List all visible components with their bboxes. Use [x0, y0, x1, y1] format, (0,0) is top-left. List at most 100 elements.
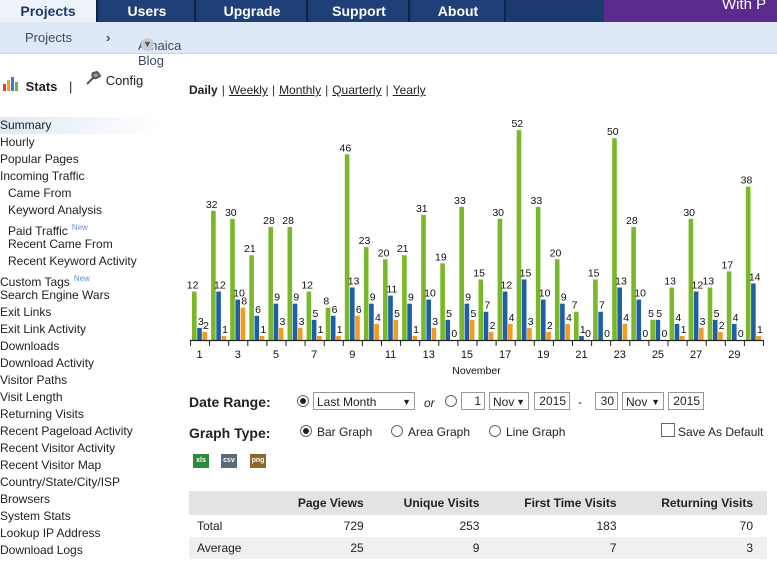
- range-preset-select[interactable]: Last Month ▼: [313, 392, 415, 410]
- data-label: 9: [274, 292, 280, 304]
- sidebar-item[interactable]: Custom Tags New: [0, 270, 160, 289]
- sidebar-item[interactable]: Returning Visits: [0, 406, 160, 423]
- data-label: 4: [509, 312, 515, 324]
- table-header-row: Page Views Unique Visits First Time Visi…: [189, 491, 767, 515]
- sidebar-item[interactable]: Lookup IP Address: [0, 525, 160, 542]
- from-month-select[interactable]: Nov ▼: [489, 392, 529, 410]
- chart-bar: [598, 311, 603, 340]
- tab-projects[interactable]: Projects: [0, 0, 98, 24]
- sidebar-item[interactable]: Came From: [0, 185, 160, 202]
- chart-bar: [478, 279, 484, 340]
- to-day-input[interactable]: 30: [595, 392, 618, 410]
- data-label: 0: [451, 328, 457, 340]
- chart-bar: [751, 283, 756, 340]
- data-label: 3: [700, 316, 706, 328]
- stats-link[interactable]: Stats: [26, 79, 58, 94]
- sidebar-item[interactable]: Country/State/City/ISP: [0, 474, 160, 491]
- sidebar-item[interactable]: Recent Keyword Activity: [0, 253, 160, 270]
- sidebar-item[interactable]: Recent Came From: [0, 236, 160, 253]
- config-link[interactable]: Config: [106, 73, 144, 88]
- custom-range-radio[interactable]: [445, 395, 457, 407]
- chart-bar: [669, 287, 675, 340]
- chart-bar: [541, 299, 546, 340]
- sidebar-item[interactable]: Exit Link Activity: [0, 321, 160, 338]
- chart-bar: [459, 206, 464, 340]
- line-graph-radio[interactable]: [489, 425, 501, 437]
- tab-upgrade[interactable]: Upgrade: [198, 0, 308, 22]
- period-separator: |: [271, 83, 276, 97]
- area-graph-label: Area Graph: [408, 425, 471, 439]
- or-label: or: [424, 396, 435, 410]
- data-label: 23: [359, 235, 371, 247]
- data-label: 30: [492, 207, 504, 219]
- breadcrumb-projects[interactable]: Projects: [25, 30, 72, 45]
- tab-users[interactable]: Users: [100, 0, 196, 22]
- x-tick-label: 29: [728, 349, 740, 361]
- sidebar-item[interactable]: System Stats: [0, 508, 160, 525]
- data-label: 20: [550, 247, 562, 259]
- tab-about[interactable]: About: [412, 0, 506, 22]
- chart-bar: [311, 319, 317, 340]
- tab-support[interactable]: Support: [310, 0, 410, 22]
- sidebar-item[interactable]: Popular Pages: [0, 151, 160, 168]
- sidebar-item[interactable]: Recent Visitor Activity: [0, 440, 160, 457]
- csv-export-icon[interactable]: csv: [221, 454, 237, 468]
- period-monthly[interactable]: Monthly: [279, 83, 321, 97]
- period-weekly[interactable]: Weekly: [229, 83, 268, 97]
- chart-bar: [197, 327, 202, 340]
- x-tick-label: 23: [614, 349, 626, 361]
- table-header: [189, 491, 275, 515]
- period-yearly[interactable]: Yearly: [393, 83, 426, 97]
- chart-bar: [363, 247, 369, 340]
- sidebar-item[interactable]: Download Logs: [0, 542, 160, 559]
- period-quarterly[interactable]: Quarterly: [332, 83, 381, 97]
- table-cell: 729: [343, 519, 364, 533]
- to-year-input[interactable]: 2015: [668, 392, 704, 410]
- png-export-icon[interactable]: png: [250, 454, 266, 468]
- area-graph-radio[interactable]: [391, 425, 403, 437]
- summary-table: Page Views Unique Visits First Time Visi…: [189, 491, 767, 559]
- data-label: 9: [370, 292, 376, 304]
- chart-bar: [383, 259, 388, 340]
- sidebar-item[interactable]: Paid Traffic New: [0, 219, 160, 238]
- sidebar-item-label: Visit Length: [0, 390, 63, 404]
- data-label: 4: [733, 312, 739, 324]
- from-year-input[interactable]: 2015: [534, 392, 570, 410]
- excel-export-icon[interactable]: xls: [193, 454, 209, 468]
- sidebar-item[interactable]: Download Activity: [0, 355, 160, 372]
- chart-bar: [192, 291, 197, 340]
- sidebar-item[interactable]: Visit Length: [0, 389, 160, 406]
- chart-bar: [488, 331, 494, 340]
- to-month-value: Nov: [626, 395, 648, 409]
- sidebar-menu: Summary Hourly Popular Pages Incoming Traff…: [0, 117, 160, 559]
- sidebar-item[interactable]: Recent Visitor Map: [0, 457, 160, 474]
- sidebar-item[interactable]: Browsers: [0, 491, 160, 508]
- x-tick-label: 7: [311, 349, 317, 361]
- x-tick-label: 17: [499, 349, 511, 361]
- sidebar-item-label: Downloads: [0, 339, 60, 353]
- sidebar-item[interactable]: Visitor Paths: [0, 372, 160, 389]
- save-default-checkbox[interactable]: [661, 423, 675, 437]
- period-separator: |: [325, 83, 329, 97]
- table-header: Page Views: [274, 491, 378, 515]
- to-month-select[interactable]: Nov ▼: [622, 392, 664, 410]
- wrench-icon[interactable]: [84, 70, 102, 89]
- from-day-input[interactable]: 1: [461, 392, 485, 410]
- chevron-down-icon[interactable]: ▼: [141, 38, 154, 51]
- period-daily[interactable]: Daily: [189, 83, 218, 97]
- sidebar-item[interactable]: Search Engine Wars: [0, 287, 160, 304]
- chart-bar: [344, 154, 350, 340]
- sidebar-item[interactable]: Summary: [0, 117, 160, 134]
- data-label: 33: [531, 195, 543, 207]
- sidebar-item[interactable]: Hourly: [0, 134, 160, 151]
- chart-bar: [546, 331, 551, 340]
- sidebar-item[interactable]: Incoming Traffic: [0, 168, 160, 185]
- sidebar-item[interactable]: Downloads: [0, 338, 160, 355]
- sidebar-item[interactable]: Keyword Analysis: [0, 202, 160, 219]
- data-label: 6: [255, 304, 261, 316]
- range-preset-radio[interactable]: [297, 395, 309, 407]
- sidebar-item[interactable]: Exit Links: [0, 304, 160, 321]
- data-label: 13: [702, 276, 714, 288]
- bar-graph-radio[interactable]: [300, 425, 312, 437]
- sidebar-item[interactable]: Recent Pageload Activity: [0, 423, 160, 440]
